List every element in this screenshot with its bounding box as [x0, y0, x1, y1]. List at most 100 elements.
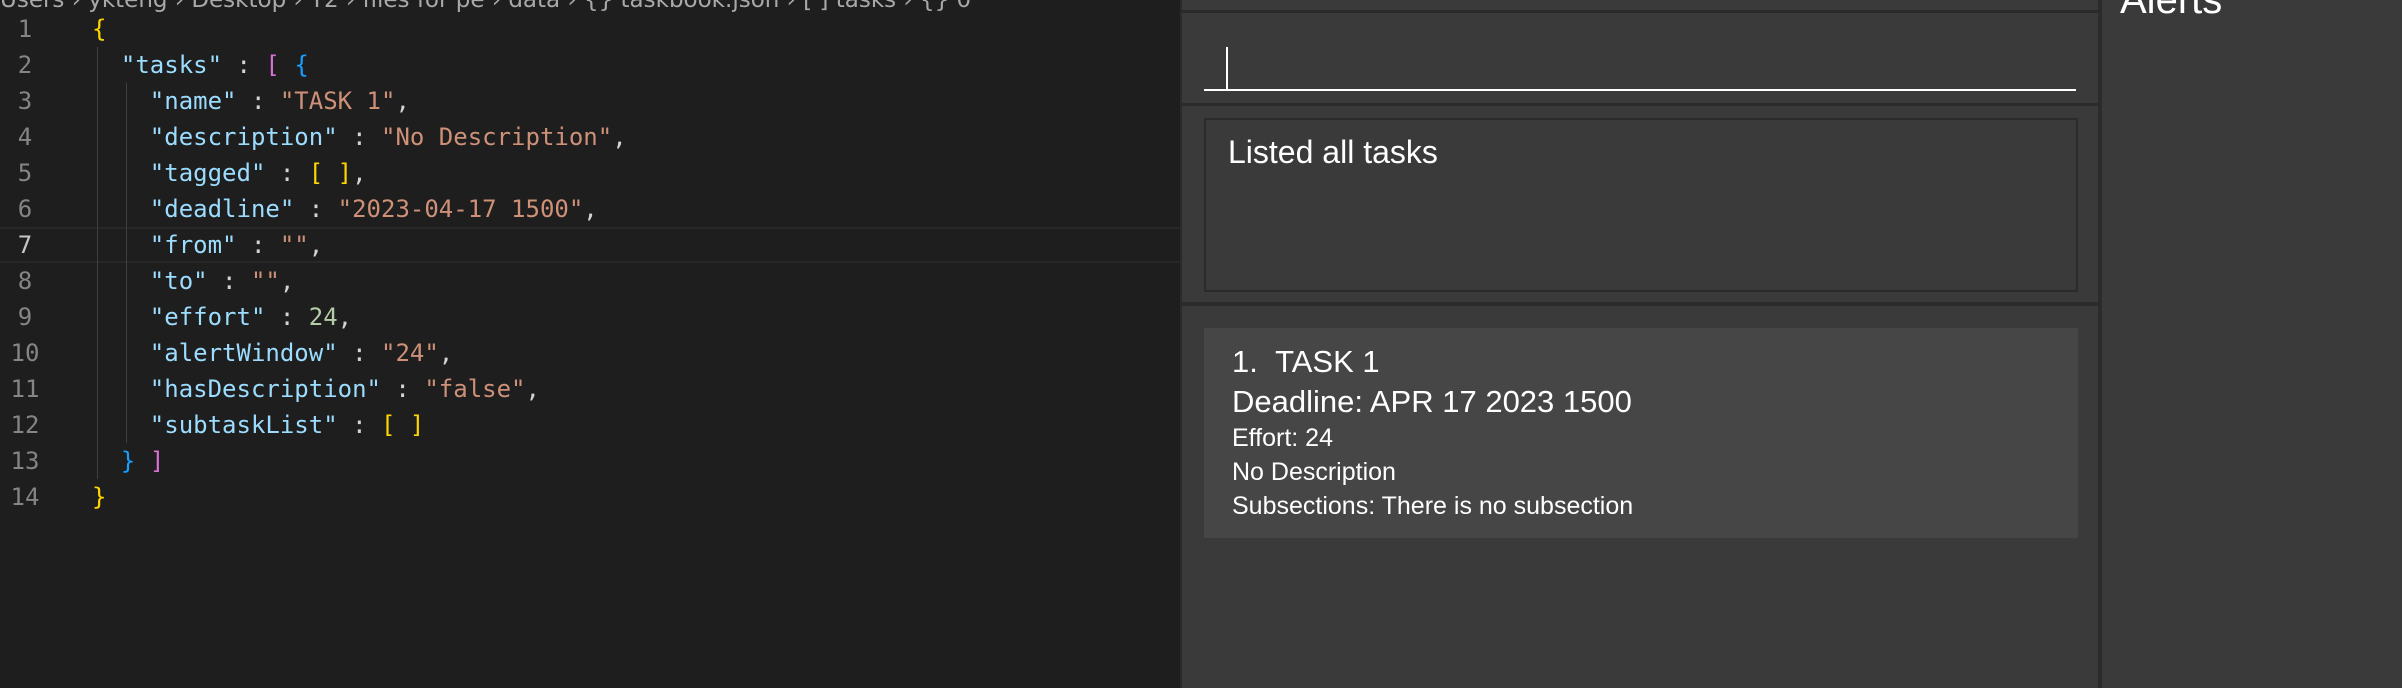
- code-token: "2023-04-17 1500": [337, 195, 584, 223]
- code-text: "to" : "",: [92, 263, 295, 299]
- code-token: "TASK 1": [279, 87, 396, 115]
- code-token: "hasDescription": [149, 375, 381, 403]
- code-token: "effort": [149, 303, 266, 331]
- code-line[interactable]: 10 "alertWindow" : "24",: [0, 335, 1180, 371]
- alerts-title: Alerts: [2120, 0, 2223, 22]
- code-text: "alertWindow" : "24",: [92, 335, 453, 371]
- code-token: ,: [308, 231, 324, 259]
- code-line[interactable]: 11 "hasDescription" : "false",: [0, 371, 1180, 407]
- code-token: "to": [149, 267, 208, 295]
- task-subsections: Subsections: There is no subsection: [1232, 492, 1634, 520]
- code-token: "tasks": [120, 51, 223, 79]
- code-text: } ]: [92, 443, 164, 479]
- code-line[interactable]: 6 "deadline" : "2023-04-17 1500",: [0, 191, 1180, 227]
- line-number: 8: [17, 267, 33, 295]
- code-token: ,: [337, 303, 353, 331]
- taskbook-app: Listed all tasks 1. TASK 1 Deadline: APR…: [1180, 0, 2100, 688]
- code-token: ,: [525, 375, 540, 403]
- code-line[interactable]: 13 } ]: [0, 443, 1180, 479]
- task-deadline: Deadline: APR 17 2023 1500: [1232, 384, 1632, 419]
- code-text: "effort" : 24,: [92, 299, 352, 335]
- code-token: "name": [149, 87, 237, 115]
- code-token: :: [265, 303, 309, 331]
- line-number: 11: [10, 375, 40, 403]
- code-token: }: [120, 447, 136, 475]
- code-token: "deadline": [149, 195, 295, 223]
- code-line[interactable]: 1{: [0, 11, 1180, 47]
- code-token: ]: [149, 447, 165, 475]
- code-text: "description" : "No Description",: [92, 119, 627, 155]
- code-line[interactable]: 9 "effort" : 24,: [0, 299, 1180, 335]
- code-text: "subtaskList" : [ ]: [92, 407, 425, 443]
- code-text: "deadline" : "2023-04-17 1500",: [92, 191, 598, 227]
- code-line[interactable]: 8 "to" : "",: [0, 263, 1180, 299]
- breadcrumb[interactable]: Users › ykteng › Desktop › Y2 › files fo…: [0, 0, 971, 13]
- code-token: "tagged": [149, 159, 266, 187]
- task-card[interactable]: 1. TASK 1 Deadline: APR 17 2023 1500 Eff…: [1204, 328, 2078, 538]
- code-token: :: [236, 87, 280, 115]
- task-name: TASK 1: [1275, 344, 1380, 379]
- code-token: :: [380, 375, 425, 403]
- line-number: 10: [10, 339, 40, 367]
- code-token: :: [337, 339, 381, 367]
- code-line[interactable]: 5 "tagged" : [ ],: [0, 155, 1180, 191]
- code-text: {: [92, 11, 106, 47]
- code-token: {: [294, 51, 309, 79]
- code-text: "tasks" : [ {: [92, 47, 309, 83]
- code-token: ,: [583, 195, 598, 223]
- screen: Users › ykteng › Desktop › Y2 › files fo…: [0, 0, 2402, 688]
- pane-divider: [1182, 302, 2100, 306]
- line-number: 4: [17, 123, 33, 151]
- code-text: "hasDescription" : "false",: [92, 371, 540, 407]
- code-token: :: [207, 267, 251, 295]
- line-number: 1: [17, 15, 33, 43]
- code-token: "": [250, 267, 280, 295]
- command-box: [1182, 10, 2100, 106]
- result-display: Listed all tasks: [1204, 118, 2078, 292]
- code-line[interactable]: 7 "from" : "",: [0, 227, 1180, 263]
- code-token: ,: [279, 267, 295, 295]
- line-number: 3: [17, 87, 33, 115]
- task-effort: Effort: 24: [1232, 424, 1333, 452]
- line-number: 6: [17, 195, 33, 223]
- alerts-panel: Alerts: [2098, 0, 2402, 688]
- code-token: :: [337, 123, 381, 151]
- command-input[interactable]: [1204, 31, 2076, 91]
- code-text: }: [92, 479, 106, 515]
- line-number: 14: [10, 483, 40, 511]
- code-token: "description": [149, 123, 338, 151]
- code-text: "tagged" : [ ],: [92, 155, 367, 191]
- code-editor[interactable]: Users › ykteng › Desktop › Y2 › files fo…: [0, 0, 1180, 688]
- code-line[interactable]: 4 "description" : "No Description",: [0, 119, 1180, 155]
- code-line[interactable]: 12 "subtaskList" : [ ]: [0, 407, 1180, 443]
- line-number: 2: [17, 51, 33, 79]
- code-token: "subtaskList": [149, 411, 338, 439]
- code-line[interactable]: 2 "tasks" : [ {: [0, 47, 1180, 83]
- code-line[interactable]: 3 "name" : "TASK 1",: [0, 83, 1180, 119]
- code-token: ,: [612, 123, 627, 151]
- code-line[interactable]: 14}: [0, 479, 1180, 515]
- code-token: [ ]: [381, 411, 425, 439]
- task-description: No Description: [1232, 458, 1396, 486]
- code-token: 24: [308, 303, 338, 331]
- code-text: "name" : "TASK 1",: [92, 83, 410, 119]
- code-token: :: [222, 51, 266, 79]
- task-title: 1. TASK 1: [1232, 344, 1380, 380]
- code-token: "24": [381, 339, 439, 367]
- code-token: "false": [424, 375, 526, 403]
- code-token: "alertWindow": [149, 339, 338, 367]
- code-token: "": [279, 231, 309, 259]
- code-token: [ ]: [308, 159, 353, 187]
- indent-guide: [97, 47, 98, 479]
- code-token: ,: [395, 87, 410, 115]
